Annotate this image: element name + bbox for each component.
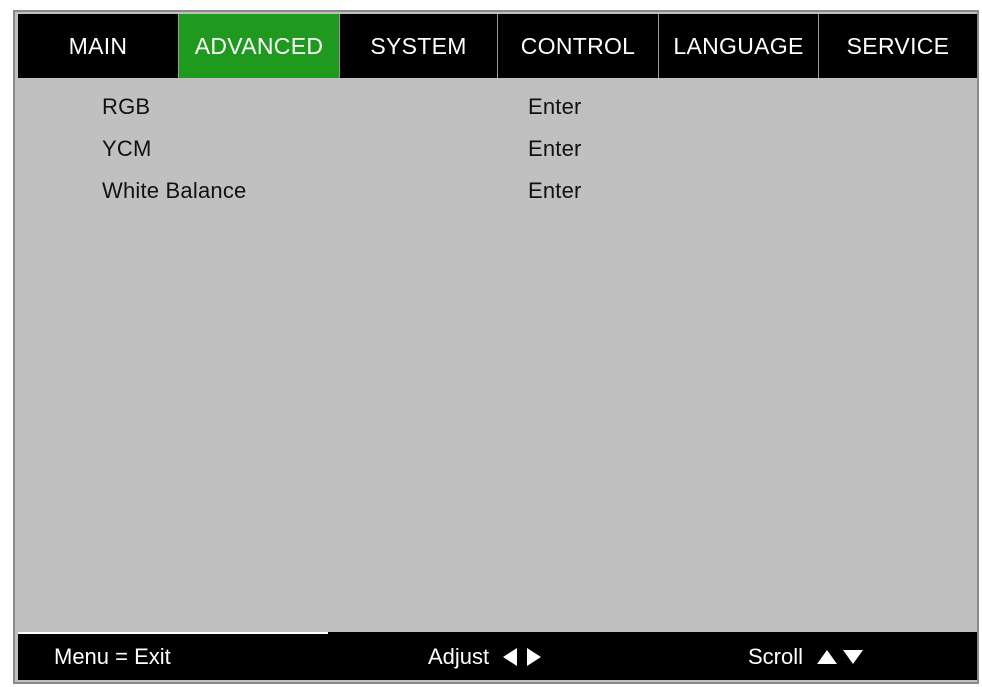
- menu-item-label: YCM: [102, 136, 152, 161]
- menu-item-ycm[interactable]: YCM Enter: [18, 130, 977, 170]
- menu-item-value: Enter: [528, 136, 582, 161]
- tab-bar: MAIN ADVANCED SYSTEM CONTROL LANGUAGE SE…: [18, 14, 977, 78]
- up-down-arrows-icon: [817, 650, 864, 664]
- divider: [18, 632, 328, 634]
- menu-item-value: Enter: [528, 94, 582, 119]
- menu-item-rgb[interactable]: RGB Enter: [18, 88, 977, 128]
- menu-item-label: RGB: [102, 94, 151, 119]
- tab-advanced[interactable]: ADVANCED: [179, 14, 340, 78]
- tab-service[interactable]: SERVICE: [819, 14, 977, 78]
- adjust-hint: Adjust: [428, 644, 542, 670]
- tab-main[interactable]: MAIN: [18, 14, 179, 78]
- tab-language[interactable]: LANGUAGE: [659, 14, 819, 78]
- menu-item-white-balance[interactable]: White Balance Enter: [18, 172, 977, 212]
- menu-content: RGB Enter YCM Enter White Balance Enter: [18, 78, 977, 633]
- menu-item-value: Enter: [528, 178, 582, 203]
- tab-system[interactable]: SYSTEM: [340, 14, 498, 78]
- left-right-arrows-icon: [503, 648, 542, 666]
- scroll-hint-label: Scroll: [748, 644, 804, 669]
- tab-control[interactable]: CONTROL: [498, 14, 659, 78]
- osd-menu-window: MAIN ADVANCED SYSTEM CONTROL LANGUAGE SE…: [13, 10, 979, 684]
- menu-item-label: White Balance: [102, 178, 247, 203]
- help-bar: Menu = Exit Adjust Scroll: [18, 632, 977, 680]
- adjust-hint-label: Adjust: [428, 644, 490, 669]
- scroll-hint: Scroll: [748, 644, 864, 670]
- exit-hint: Menu = Exit: [54, 644, 171, 670]
- exit-hint-label: Menu = Exit: [54, 644, 171, 669]
